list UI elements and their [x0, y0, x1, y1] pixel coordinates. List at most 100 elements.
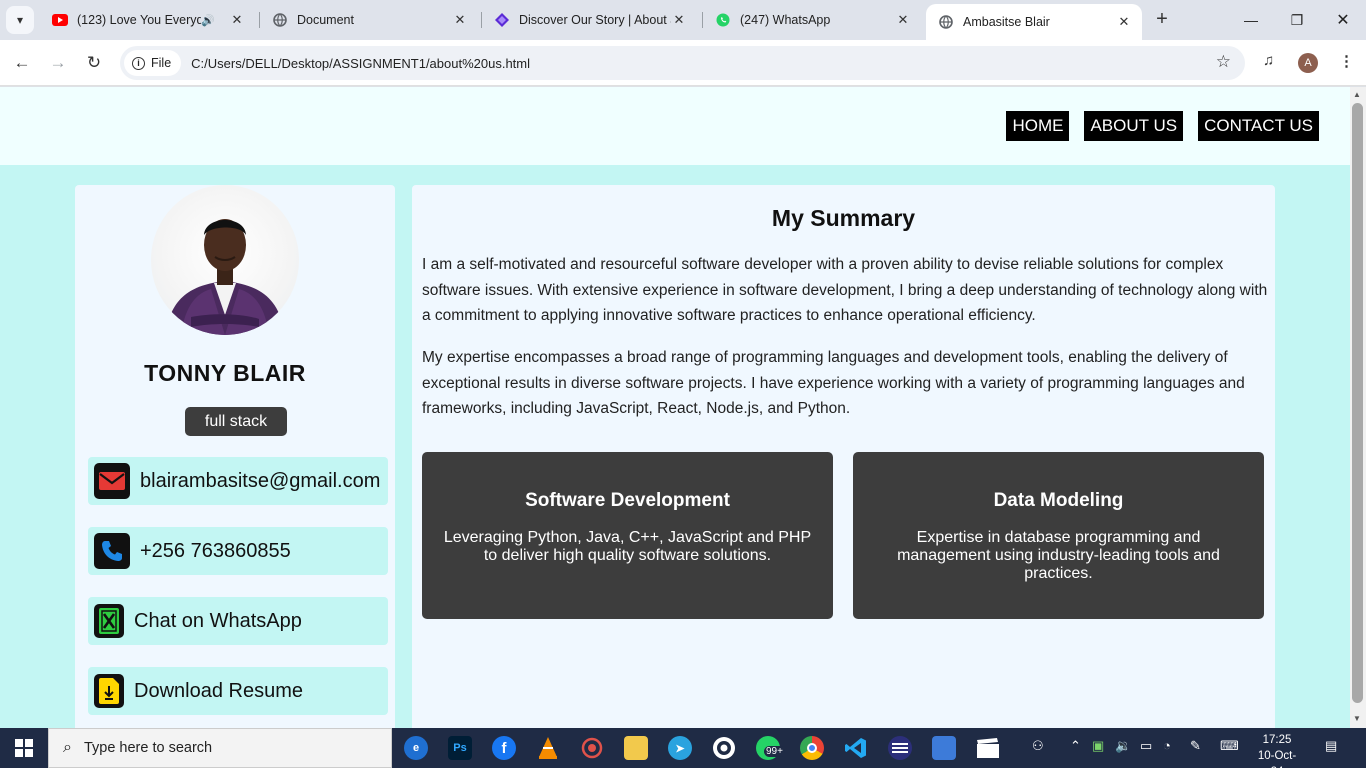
nav-home[interactable]: HOME	[1006, 111, 1070, 141]
tab-title: Discover Our Story | About a	[519, 13, 671, 27]
more-menu-icon[interactable]: ⋮	[1339, 52, 1354, 70]
tab-title: (247) WhatsApp	[740, 13, 831, 27]
pen-icon[interactable]: ✎	[1190, 738, 1201, 754]
obs-icon[interactable]	[712, 736, 736, 760]
restore-icon[interactable]: ❐	[1274, 0, 1320, 40]
page-scrollbar[interactable]: ▲ ▼	[1350, 87, 1366, 728]
skill-text: Expertise in database programming and ma…	[897, 529, 1220, 582]
tab-title: (123) Love You Everyday	[77, 13, 202, 27]
wifi-icon[interactable]: ◔	[1163, 738, 1171, 753]
system-clock[interactable]: 17:25 10-Oct-24	[1252, 732, 1302, 768]
browser-toolbar: ← → ↻ i File C:/Users/DELL/Desktop/ASSIG…	[0, 40, 1366, 86]
windows-start-icon[interactable]	[0, 728, 48, 768]
tab-strip: ▾ (123) Love You Everyday 🔊 ✕ Document ✕…	[0, 0, 1366, 40]
close-tab-icon[interactable]: ✕	[895, 12, 911, 28]
skill-title: Data Modeling	[993, 490, 1124, 511]
whatsapp-taskbar-icon[interactable]: 99+	[756, 736, 785, 760]
purple-diamond-icon	[494, 12, 510, 28]
email-contact[interactable]: blairambasitse@gmail.com	[88, 457, 388, 505]
youtube-icon	[52, 12, 68, 28]
back-arrow-icon[interactable]: ←	[10, 51, 34, 75]
tab-whatsapp[interactable]: (247) WhatsApp ✕	[703, 0, 921, 40]
bookmark-star-icon[interactable]: ☆	[1216, 52, 1231, 72]
tab-title: Ambasitse Blair	[963, 15, 1050, 29]
reload-icon[interactable]: ↻	[82, 51, 106, 75]
search-icon: ⌕	[63, 739, 72, 756]
scroll-up-icon[interactable]: ▲	[1353, 90, 1361, 99]
tray-expand-icon[interactable]: ⌃	[1070, 738, 1081, 754]
telegram-icon[interactable]: ➤	[668, 736, 692, 760]
keyboard-icon[interactable]: ⌨	[1220, 738, 1239, 754]
close-tab-icon[interactable]: ✕	[229, 12, 245, 28]
skill-card-data-modeling: Data Modeling Expertise in database prog…	[853, 452, 1264, 619]
tab-document[interactable]: Document ✕	[260, 0, 478, 40]
scroll-down-icon[interactable]: ▼	[1353, 714, 1361, 723]
chrome-icon[interactable]	[800, 736, 824, 760]
nav-about-us[interactable]: ABOUT US	[1084, 111, 1184, 141]
close-window-icon[interactable]: ✕	[1320, 0, 1366, 40]
vlc-icon[interactable]	[536, 736, 560, 760]
windows-taskbar: ⌕ Type here to search e Ps f ➤ 99+ ⚇ ⌃ ▣…	[0, 728, 1366, 768]
control-panel-icon[interactable]	[932, 736, 956, 760]
security-chip-label: File	[151, 56, 172, 70]
tab-search-chevron-icon[interactable]: ▾	[6, 6, 34, 34]
phone-contact[interactable]: +256 763860855	[88, 527, 388, 575]
record-icon[interactable]	[580, 736, 604, 760]
role-badge: full stack	[185, 407, 287, 436]
scrollbar-thumb[interactable]	[1352, 103, 1363, 703]
tab-discover[interactable]: Discover Our Story | About a ✕	[482, 0, 697, 40]
summary-paragraph: My expertise encompasses a broad range o…	[422, 349, 1245, 417]
resume-download[interactable]: Download Resume	[88, 667, 388, 715]
url-text[interactable]: C:/Users/DELL/Desktop/ASSIGNMENT1/about%…	[191, 56, 530, 71]
close-tab-icon[interactable]: ✕	[1116, 14, 1132, 30]
speaker-icon[interactable]: 🔊	[201, 14, 215, 27]
tab-youtube[interactable]: (123) Love You Everyday 🔊 ✕	[40, 0, 255, 40]
clock-date: 10-Oct-24	[1257, 750, 1297, 768]
facebook-icon[interactable]: f	[492, 736, 516, 760]
minimize-icon[interactable]: —	[1228, 0, 1274, 40]
profile-photo	[151, 185, 299, 335]
skill-card-software-development: Software Development Leveraging Python, …	[422, 452, 833, 619]
email-label: blairambasitse@gmail.com	[140, 469, 381, 492]
photoshop-icon[interactable]: Ps	[448, 736, 472, 760]
tab-ambasitse-active[interactable]: Ambasitse Blair ✕	[926, 4, 1142, 40]
gpu-icon[interactable]: ▣	[1092, 738, 1104, 754]
whatsapp-file-icon	[94, 604, 124, 638]
close-tab-icon[interactable]: ✕	[452, 12, 468, 28]
media-control-icon[interactable]: ♫	[1263, 52, 1274, 69]
summary-title: My Summary	[771, 205, 916, 231]
address-bar[interactable]: i File C:/Users/DELL/Desktop/ASSIGNMENT1…	[120, 46, 1245, 80]
info-icon: i	[132, 56, 145, 70]
people-icon[interactable]: ⚇	[1032, 738, 1044, 754]
forward-arrow-icon[interactable]: →	[46, 51, 70, 75]
profile-avatar[interactable]: A	[1298, 53, 1318, 73]
notifications-icon[interactable]: ▤	[1325, 738, 1337, 754]
summary-paragraph: I am a self-motivated and resourceful so…	[422, 256, 1268, 324]
new-tab-icon[interactable]: +	[1150, 8, 1174, 32]
phone-label: +256 763860855	[140, 539, 291, 562]
site-header: HOME ABOUT US CONTACT US	[0, 87, 1350, 165]
clapperboard-icon[interactable]	[976, 736, 1000, 760]
site-info-chip[interactable]: i File	[124, 50, 182, 76]
envelope-icon	[94, 463, 130, 499]
globe-icon	[272, 12, 288, 28]
nav-contact-us[interactable]: CONTACT US	[1198, 111, 1319, 141]
volume-icon[interactable]: 🔉	[1115, 738, 1131, 754]
profile-card: TONNY BLAIR full stack blairambasitse@gm…	[75, 185, 395, 728]
whatsapp-contact[interactable]: Chat on WhatsApp	[88, 597, 388, 645]
edge-icon[interactable]: e	[404, 736, 428, 760]
taskbar-search-input[interactable]: ⌕ Type here to search	[48, 728, 392, 768]
summary-card: My Summary I am a self-motivated and res…	[412, 185, 1275, 728]
globe-icon	[938, 14, 954, 30]
vscode-icon[interactable]	[844, 736, 868, 760]
file-explorer-icon[interactable]	[624, 736, 648, 760]
battery-icon[interactable]: ▭	[1140, 738, 1152, 754]
tab-title: Document	[297, 13, 354, 27]
clock-time: 17:25	[1262, 734, 1292, 746]
search-placeholder: Type here to search	[83, 740, 213, 756]
whatsapp-icon	[715, 12, 731, 28]
skill-title: Software Development	[525, 490, 730, 511]
eclipse-icon[interactable]	[888, 736, 912, 760]
page-viewport: HOME ABOUT US CONTACT US TONNY BLAIR ful…	[0, 87, 1350, 728]
close-tab-icon[interactable]: ✕	[671, 12, 687, 28]
